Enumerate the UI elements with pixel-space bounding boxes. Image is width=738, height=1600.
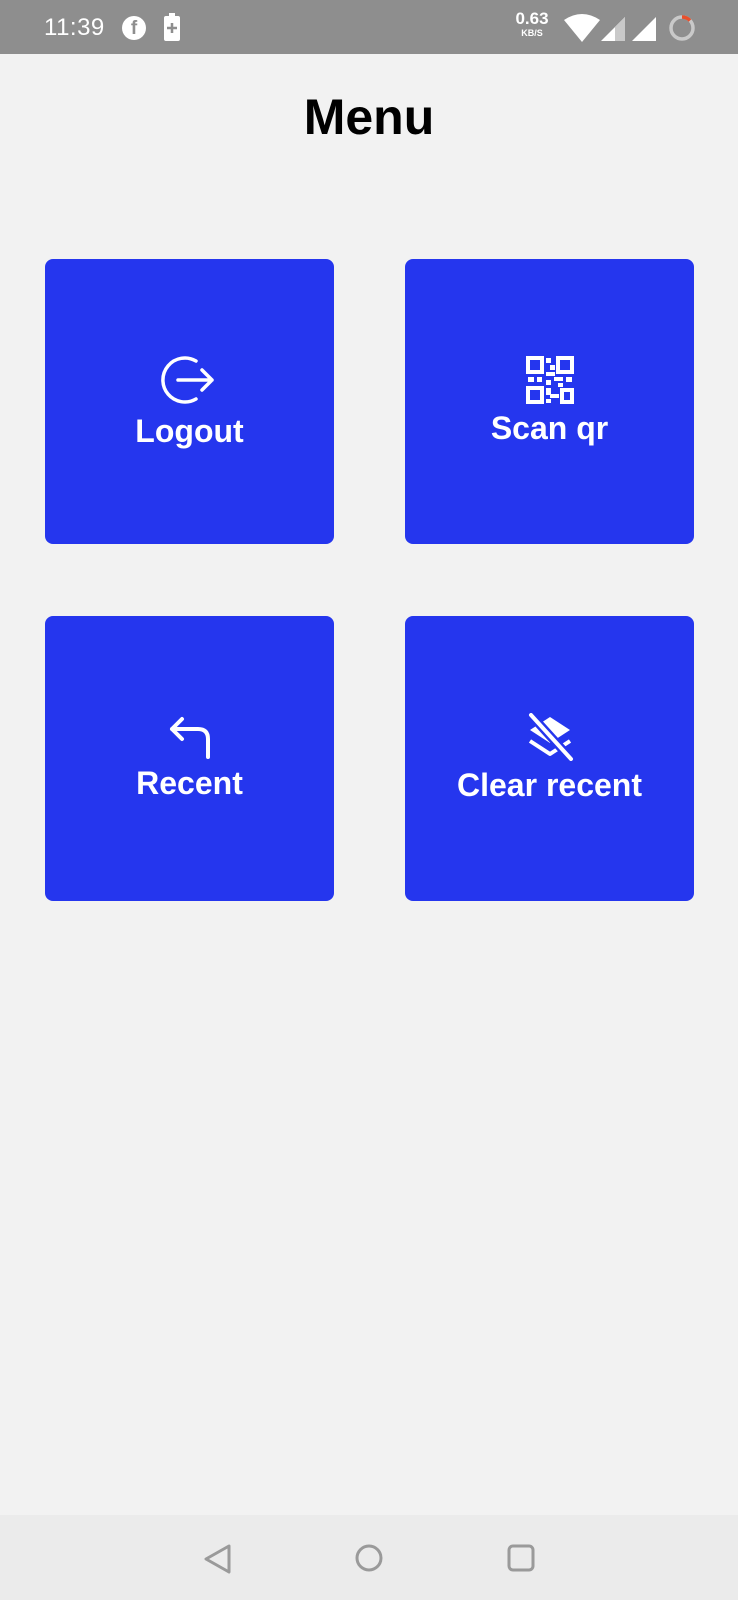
- net-speed-value: 0.63: [515, 9, 549, 28]
- back-icon[interactable]: [202, 1543, 232, 1575]
- status-bar: 11:39 f 0.63 KB/S: [0, 0, 738, 54]
- net-speed-unit: KB/S: [521, 28, 543, 38]
- navigation-bar: [0, 1515, 738, 1600]
- home-icon[interactable]: [354, 1543, 384, 1573]
- network-speed: 0.63 KB/S: [512, 10, 552, 38]
- recent-button[interactable]: Recent: [45, 616, 334, 901]
- page-title: Menu: [303, 89, 435, 145]
- logout-icon: [160, 356, 214, 404]
- sync-icon: [669, 15, 695, 41]
- recent-label: Recent: [136, 765, 243, 801]
- scan-qr-label: Scan qr: [490, 410, 609, 446]
- signal-icon: [601, 17, 625, 41]
- logout-button[interactable]: Logout: [45, 259, 334, 544]
- clear-recent-button[interactable]: Clear recent: [405, 616, 694, 901]
- wifi-icon: [564, 14, 600, 42]
- scan-qr-button[interactable]: Scan qr: [405, 259, 694, 544]
- battery-icon: [164, 13, 180, 41]
- logout-label: Logout: [135, 413, 244, 449]
- signal-icon: [632, 17, 656, 41]
- clear-recent-label: Clear recent: [457, 767, 642, 803]
- status-time: 11:39: [44, 14, 105, 41]
- qr-code-icon: [525, 356, 574, 404]
- facebook-icon: f: [122, 16, 146, 40]
- recents-icon[interactable]: [506, 1543, 536, 1573]
- layers-clear-icon: [527, 713, 574, 761]
- reply-arrow-icon: [169, 717, 210, 759]
